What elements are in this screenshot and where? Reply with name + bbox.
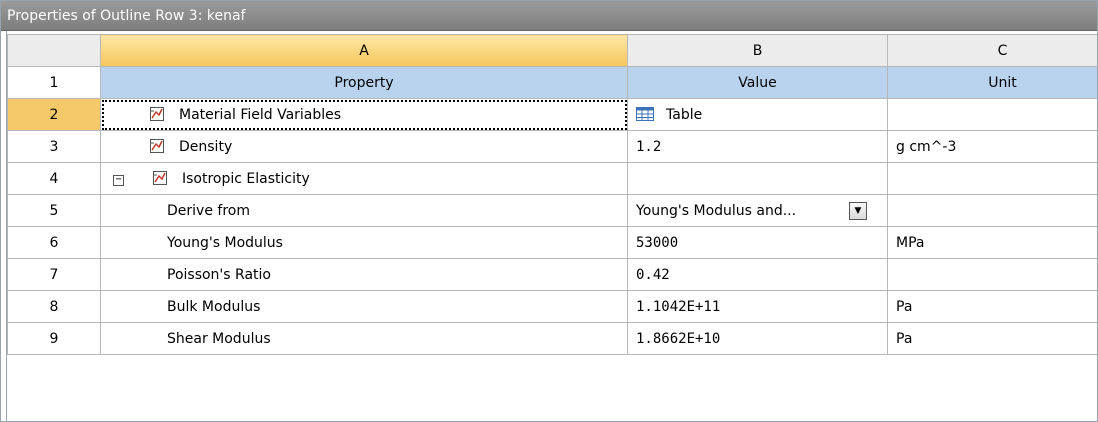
value-text: Table — [666, 106, 703, 123]
unit-cell[interactable] — [887, 194, 1097, 227]
property-header: Property — [100, 66, 628, 99]
collapse-toggle-icon[interactable]: − — [113, 175, 124, 186]
table-header-row: 1 Property Value Unit — [7, 66, 1097, 99]
property-cell[interactable]: Shear Modulus — [100, 322, 628, 355]
corner-cell[interactable] — [7, 34, 101, 67]
row-number[interactable]: 7 — [7, 258, 101, 291]
value-cell[interactable]: 0.42 — [627, 258, 888, 291]
properties-panel: Properties of Outline Row 3: kenaf A B C… — [0, 0, 1098, 422]
row-number[interactable]: 1 — [7, 66, 101, 99]
chart-icon — [153, 171, 167, 185]
unit-cell[interactable] — [887, 162, 1097, 195]
table-row[interactable]: 3 Density 1.2 g cm^-3 — [7, 130, 1097, 163]
value-header: Value — [627, 66, 888, 99]
row-number[interactable]: 6 — [7, 226, 101, 259]
row-number[interactable]: 4 — [7, 162, 101, 195]
property-cell[interactable]: Derive from — [100, 194, 628, 227]
unit-cell[interactable] — [887, 98, 1097, 131]
dropdown-arrow-icon[interactable]: ▼ — [849, 201, 867, 220]
property-label: Material Field Variables — [179, 107, 342, 123]
value-cell[interactable]: Table — [627, 98, 888, 131]
value-dropdown[interactable]: Young's Modulus and... ▼ — [627, 194, 888, 227]
property-label: Isotropic Elasticity — [182, 171, 310, 187]
table-row[interactable]: 5 Derive from Young's Modulus and... ▼ — [7, 194, 1097, 227]
property-label: Density — [179, 139, 233, 155]
row-number[interactable]: 5 — [7, 194, 101, 227]
row-number[interactable]: 9 — [7, 322, 101, 355]
value-cell[interactable]: 1.1042E+11 — [627, 290, 888, 323]
property-cell[interactable]: Bulk Modulus — [100, 290, 628, 323]
property-cell[interactable]: − Isotropic Elasticity — [100, 162, 628, 195]
column-header-row: A B C — [7, 34, 1097, 67]
unit-header: Unit — [887, 66, 1097, 99]
chart-icon — [150, 139, 164, 153]
table-row[interactable]: 9 Shear Modulus 1.8662E+10 Pa — [7, 322, 1097, 355]
column-header-a[interactable]: A — [100, 34, 628, 67]
property-cell[interactable]: Material Field Variables — [100, 98, 628, 131]
row-number[interactable]: 3 — [7, 130, 101, 163]
table-row[interactable]: 2 Material Field Variables Table — [7, 98, 1097, 131]
property-cell[interactable]: Poisson's Ratio — [100, 258, 628, 291]
value-cell[interactable]: 1.8662E+10 — [627, 322, 888, 355]
value-cell[interactable] — [627, 162, 888, 195]
column-header-c[interactable]: C — [887, 34, 1097, 67]
dropdown-value: Young's Modulus and... — [636, 202, 797, 219]
unit-cell[interactable]: Pa — [887, 322, 1097, 355]
table-row[interactable]: 6 Young's Modulus 53000 MPa — [7, 226, 1097, 259]
unit-cell[interactable]: g cm^-3 — [887, 130, 1097, 163]
value-cell[interactable]: 1.2 — [627, 130, 888, 163]
panel-title: Properties of Outline Row 3: kenaf — [1, 1, 1097, 31]
row-number[interactable]: 8 — [7, 290, 101, 323]
value-cell[interactable]: 53000 — [627, 226, 888, 259]
unit-cell[interactable] — [887, 258, 1097, 291]
property-cell[interactable]: Young's Modulus — [100, 226, 628, 259]
properties-table: A B C 1 Property Value Unit 2 Material F… — [7, 34, 1097, 355]
unit-cell[interactable]: Pa — [887, 290, 1097, 323]
table-icon — [636, 106, 654, 121]
table-row[interactable]: 8 Bulk Modulus 1.1042E+11 Pa — [7, 290, 1097, 323]
table-row[interactable]: 7 Poisson's Ratio 0.42 — [7, 258, 1097, 291]
column-header-b[interactable]: B — [627, 34, 888, 67]
row-number[interactable]: 2 — [7, 98, 101, 131]
chart-icon — [150, 107, 164, 121]
property-cell[interactable]: Density — [100, 130, 628, 163]
unit-cell[interactable]: MPa — [887, 226, 1097, 259]
table-row[interactable]: 4 − Isotropic Elasticity — [7, 162, 1097, 195]
